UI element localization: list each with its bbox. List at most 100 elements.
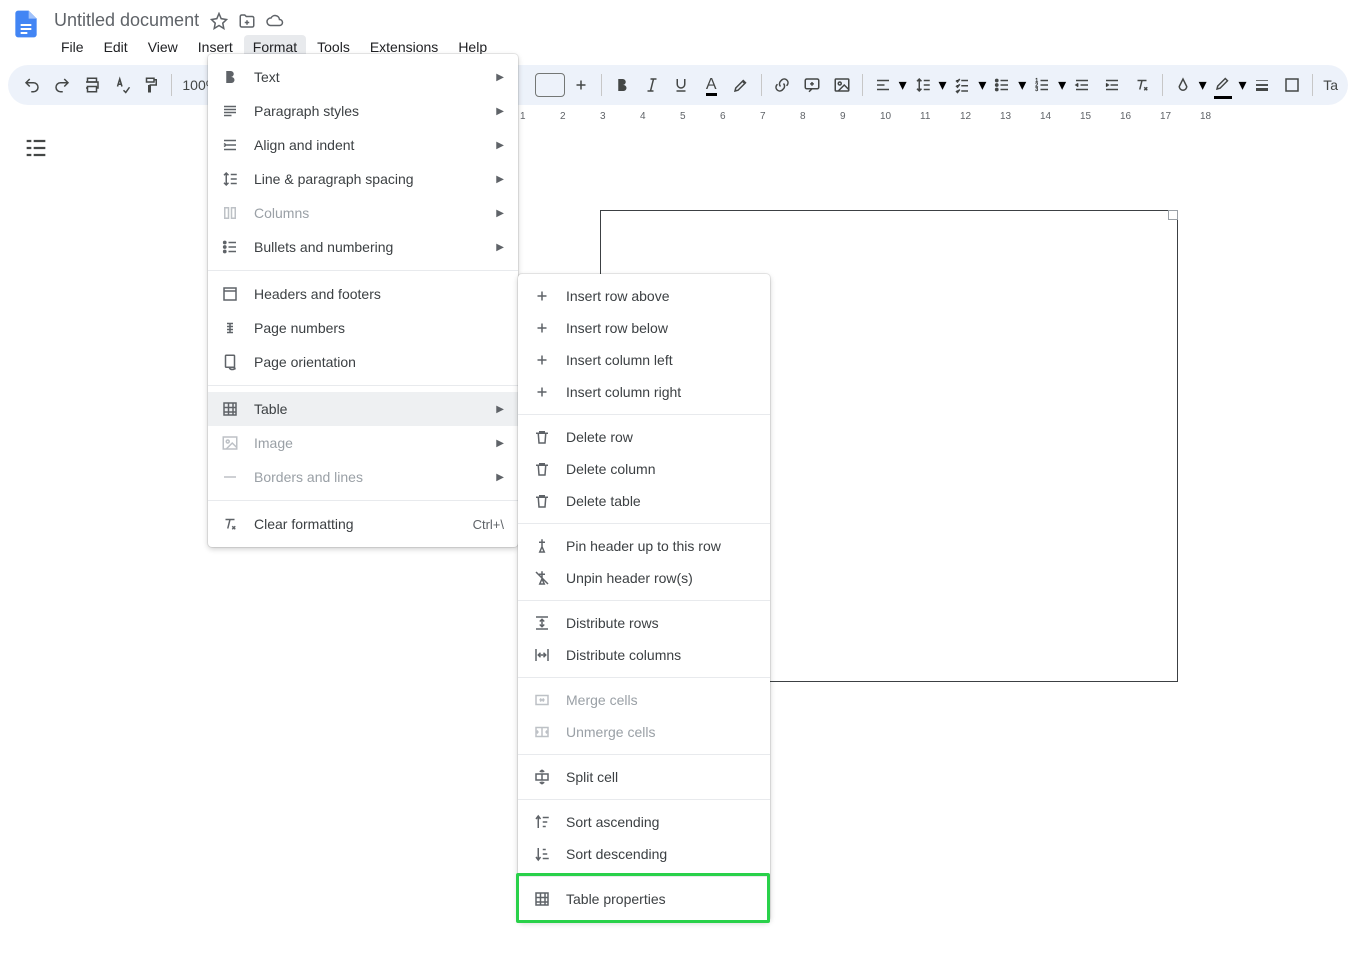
insert-image-button[interactable] — [828, 71, 856, 99]
border-color-button[interactable] — [1209, 71, 1237, 99]
decrease-indent-button[interactable] — [1068, 71, 1096, 99]
table-submenu-insert-column-left[interactable]: Insert column left — [518, 344, 770, 376]
format-menu-bullets-and-numbering[interactable]: Bullets and numbering ▶ — [208, 230, 518, 264]
table-handle-icon[interactable] — [1168, 210, 1178, 220]
page-numbers-icon — [220, 318, 240, 338]
fill-color-button[interactable] — [1169, 71, 1197, 99]
menu-item-label: Distribute columns — [566, 647, 681, 663]
text-icon — [220, 67, 240, 87]
show-outline-button[interactable] — [22, 134, 50, 162]
format-menu-page-numbers[interactable]: Page numbers — [208, 311, 518, 345]
table-submenu-unpin-header-row-s-[interactable]: Unpin header row(s) — [518, 562, 770, 594]
format-menu-align-and-indent[interactable]: Align and indent▶ — [208, 128, 518, 162]
border-width-button[interactable] — [1248, 71, 1276, 99]
menu-item-label: Bullets and numbering — [254, 239, 393, 255]
undo-button[interactable] — [18, 71, 46, 99]
sort-descending-icon — [532, 844, 552, 864]
table-submenu-split-cell[interactable]: Split cell — [518, 761, 770, 793]
table-submenu-sort-descending[interactable]: Sort descending — [518, 838, 770, 870]
menu-item-label: Columns — [254, 205, 309, 221]
line-spacing-button[interactable] — [909, 71, 937, 99]
menu-view[interactable]: View — [139, 35, 187, 59]
table-submenu-unmerge-cells: Unmerge cells — [518, 716, 770, 748]
ruler-mark: 1 — [520, 111, 526, 122]
table-submenu-insert-row-below[interactable]: Insert row below — [518, 312, 770, 344]
checklist-button[interactable] — [948, 71, 976, 99]
menu-item-label: Table — [254, 401, 287, 417]
chevron-right-icon: ▶ — [496, 242, 504, 253]
bullets-and-numbering-icon — [220, 237, 240, 257]
menu-item-label: Delete table — [566, 493, 641, 509]
text-color-button[interactable]: A — [697, 71, 725, 99]
app-header: Untitled document File Edit View Insert … — [0, 0, 1356, 65]
clear-formatting-button[interactable] — [1128, 71, 1156, 99]
table-submenu-distribute-columns[interactable]: Distribute columns — [518, 639, 770, 671]
chevron-right-icon: ▶ — [496, 174, 504, 185]
menu-separator — [208, 385, 518, 386]
move-icon[interactable] — [237, 11, 257, 31]
document-title[interactable]: Untitled document — [52, 8, 201, 33]
line-paragraph-spacing-icon — [220, 169, 240, 189]
format-menu-table[interactable]: Table▶ — [208, 392, 518, 426]
border-dash-button[interactable] — [1278, 71, 1306, 99]
add-comment-button[interactable] — [798, 71, 826, 99]
menu-item-label: Page numbers — [254, 320, 345, 336]
star-icon[interactable] — [209, 11, 229, 31]
ruler-mark: 3 — [600, 111, 606, 122]
ruler-mark: 18 — [1200, 111, 1211, 122]
horizontal-ruler[interactable]: 123456789101112131415161718 — [520, 107, 1356, 127]
separator — [1312, 74, 1313, 96]
table-submenu-merge-cells: Merge cells — [518, 684, 770, 716]
cloud-status-icon[interactable] — [265, 11, 285, 31]
menu-shortcut: Ctrl+\ — [473, 517, 504, 532]
italic-button[interactable] — [638, 71, 666, 99]
menu-item-label: Image — [254, 435, 293, 451]
menu-item-label: Pin header up to this row — [566, 538, 721, 554]
separator — [171, 74, 172, 96]
insert-link-button[interactable] — [768, 71, 796, 99]
numbered-list-button[interactable]: 123 — [1028, 71, 1056, 99]
format-menu-headers-and-footers[interactable]: Headers and footers — [208, 277, 518, 311]
menu-file[interactable]: File — [52, 35, 93, 59]
underline-button[interactable] — [667, 71, 695, 99]
spellcheck-button[interactable] — [108, 71, 136, 99]
menu-item-label: Align and indent — [254, 137, 354, 153]
ruler-mark: 11 — [920, 111, 930, 122]
table-submenu-insert-column-right[interactable]: Insert column right — [518, 376, 770, 408]
table-submenu-delete-row[interactable]: Delete row — [518, 421, 770, 453]
format-menu-text[interactable]: Text▶ — [208, 60, 518, 94]
insert-column-left-icon — [532, 350, 552, 370]
paint-format-button[interactable] — [138, 71, 166, 99]
ruler-mark: 15 — [1080, 111, 1091, 122]
highlight-color-button[interactable] — [727, 71, 755, 99]
format-menu-page-orientation[interactable]: Page orientation — [208, 345, 518, 379]
table-submenu-delete-column[interactable]: Delete column — [518, 453, 770, 485]
increase-indent-button[interactable] — [1098, 71, 1126, 99]
menu-item-label: Insert column right — [566, 384, 681, 400]
align-button[interactable] — [869, 71, 897, 99]
format-menu-paragraph-styles[interactable]: Paragraph styles▶ — [208, 94, 518, 128]
ruler-mark: 14 — [1040, 111, 1051, 122]
page-orientation-icon — [220, 352, 240, 372]
redo-button[interactable] — [48, 71, 76, 99]
toolbar-tab-label[interactable]: Ta — [1319, 77, 1338, 93]
menu-item-label: Sort descending — [566, 846, 667, 862]
ruler-area: 123456789101112131415161718 — [0, 107, 1356, 131]
table-submenu-pin-header-up-to-this-row[interactable]: Pin header up to this row — [518, 530, 770, 562]
format-menu-dropdown: Text▶Paragraph styles▶Align and indent▶L… — [208, 54, 518, 547]
format-menu-clear-formatting[interactable]: Clear formatting Ctrl+\ — [208, 507, 518, 541]
menu-edit[interactable]: Edit — [95, 35, 137, 59]
font-size-box[interactable] — [535, 73, 565, 97]
menu-item-label: Clear formatting — [254, 516, 354, 532]
docs-logo[interactable] — [8, 6, 44, 42]
table-submenu-insert-row-above[interactable]: Insert row above — [518, 280, 770, 312]
table-submenu-distribute-rows[interactable]: Distribute rows — [518, 607, 770, 639]
format-menu-line-paragraph-spacing[interactable]: Line & paragraph spacing▶ — [208, 162, 518, 196]
bulleted-list-button[interactable] — [988, 71, 1016, 99]
table-submenu-delete-table[interactable]: Delete table — [518, 485, 770, 517]
table-submenu-sort-ascending[interactable]: Sort ascending — [518, 806, 770, 838]
print-button[interactable] — [78, 71, 106, 99]
bold-button[interactable] — [608, 71, 636, 99]
font-size-increase-button[interactable] — [567, 71, 595, 99]
table-submenu-table-properties[interactable]: Table properties — [518, 883, 770, 915]
